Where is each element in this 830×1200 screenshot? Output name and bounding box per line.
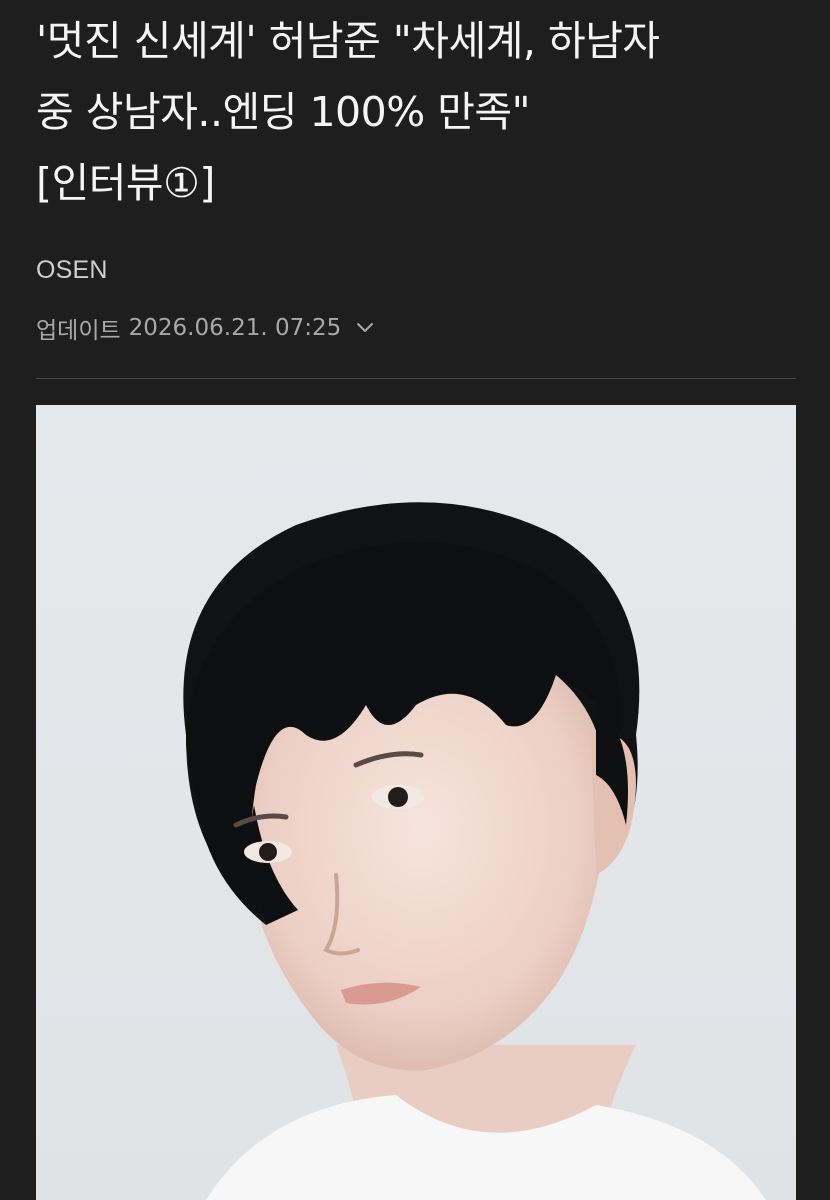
headline-line: '멋진 신세계' 허남준 "차세계, 하남자 (36, 17, 660, 65)
press-name[interactable]: OSEN (36, 256, 108, 285)
chevron-down-icon[interactable] (355, 321, 375, 335)
update-timestamp-toggle[interactable]: 업데이트 2026.06.21. 07:25 (36, 311, 375, 345)
portrait-photo (36, 405, 796, 1200)
update-datetime: 2026.06.21. 07:25 (128, 315, 342, 341)
article-headline: '멋진 신세계' 허남준 "차세계, 하남자 중 상남자..엔딩 100% 만족… (36, 0, 796, 219)
header-divider (36, 378, 796, 379)
update-label: 업데이트 (36, 318, 121, 344)
headline-line: 중 상남자..엔딩 100% 만족" (36, 88, 531, 136)
article-header: '멋진 신세계' 허남준 "차세계, 하남자 중 상남자..엔딩 100% 만족… (36, 0, 796, 344)
article-photo[interactable] (36, 405, 796, 1200)
headline-line: [인터뷰①] (36, 159, 215, 207)
